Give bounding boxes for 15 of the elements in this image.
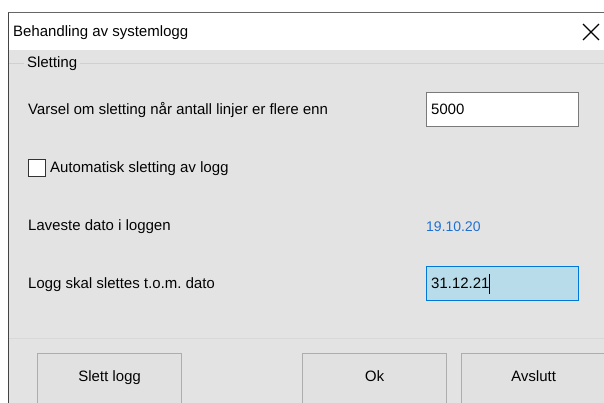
- delete-log-button[interactable]: Slett logg: [37, 353, 182, 403]
- checkbox-label: Automatisk sletting av logg: [50, 159, 228, 176]
- date-value: 19.10.20: [426, 218, 482, 234]
- checkbox[interactable]: [28, 158, 46, 176]
- text-caret: [489, 274, 490, 294]
- field-label: Varsel om sletting når antall linjer er flere enn: [28, 101, 329, 118]
- close-icon[interactable]: [582, 22, 600, 40]
- ok-button[interactable]: Ok: [302, 353, 447, 403]
- field-label: Laveste dato i loggen: [28, 217, 172, 234]
- field-label: Logg skal slettes t.o.m. dato: [28, 275, 216, 292]
- exit-button[interactable]: Avslutt: [461, 353, 604, 403]
- input-field[interactable]: 31.12.21: [426, 266, 579, 301]
- window-title: Behandling av systemlogg: [13, 23, 190, 40]
- group-title: Sletting: [24, 54, 80, 71]
- input-field[interactable]: 5000: [426, 92, 579, 127]
